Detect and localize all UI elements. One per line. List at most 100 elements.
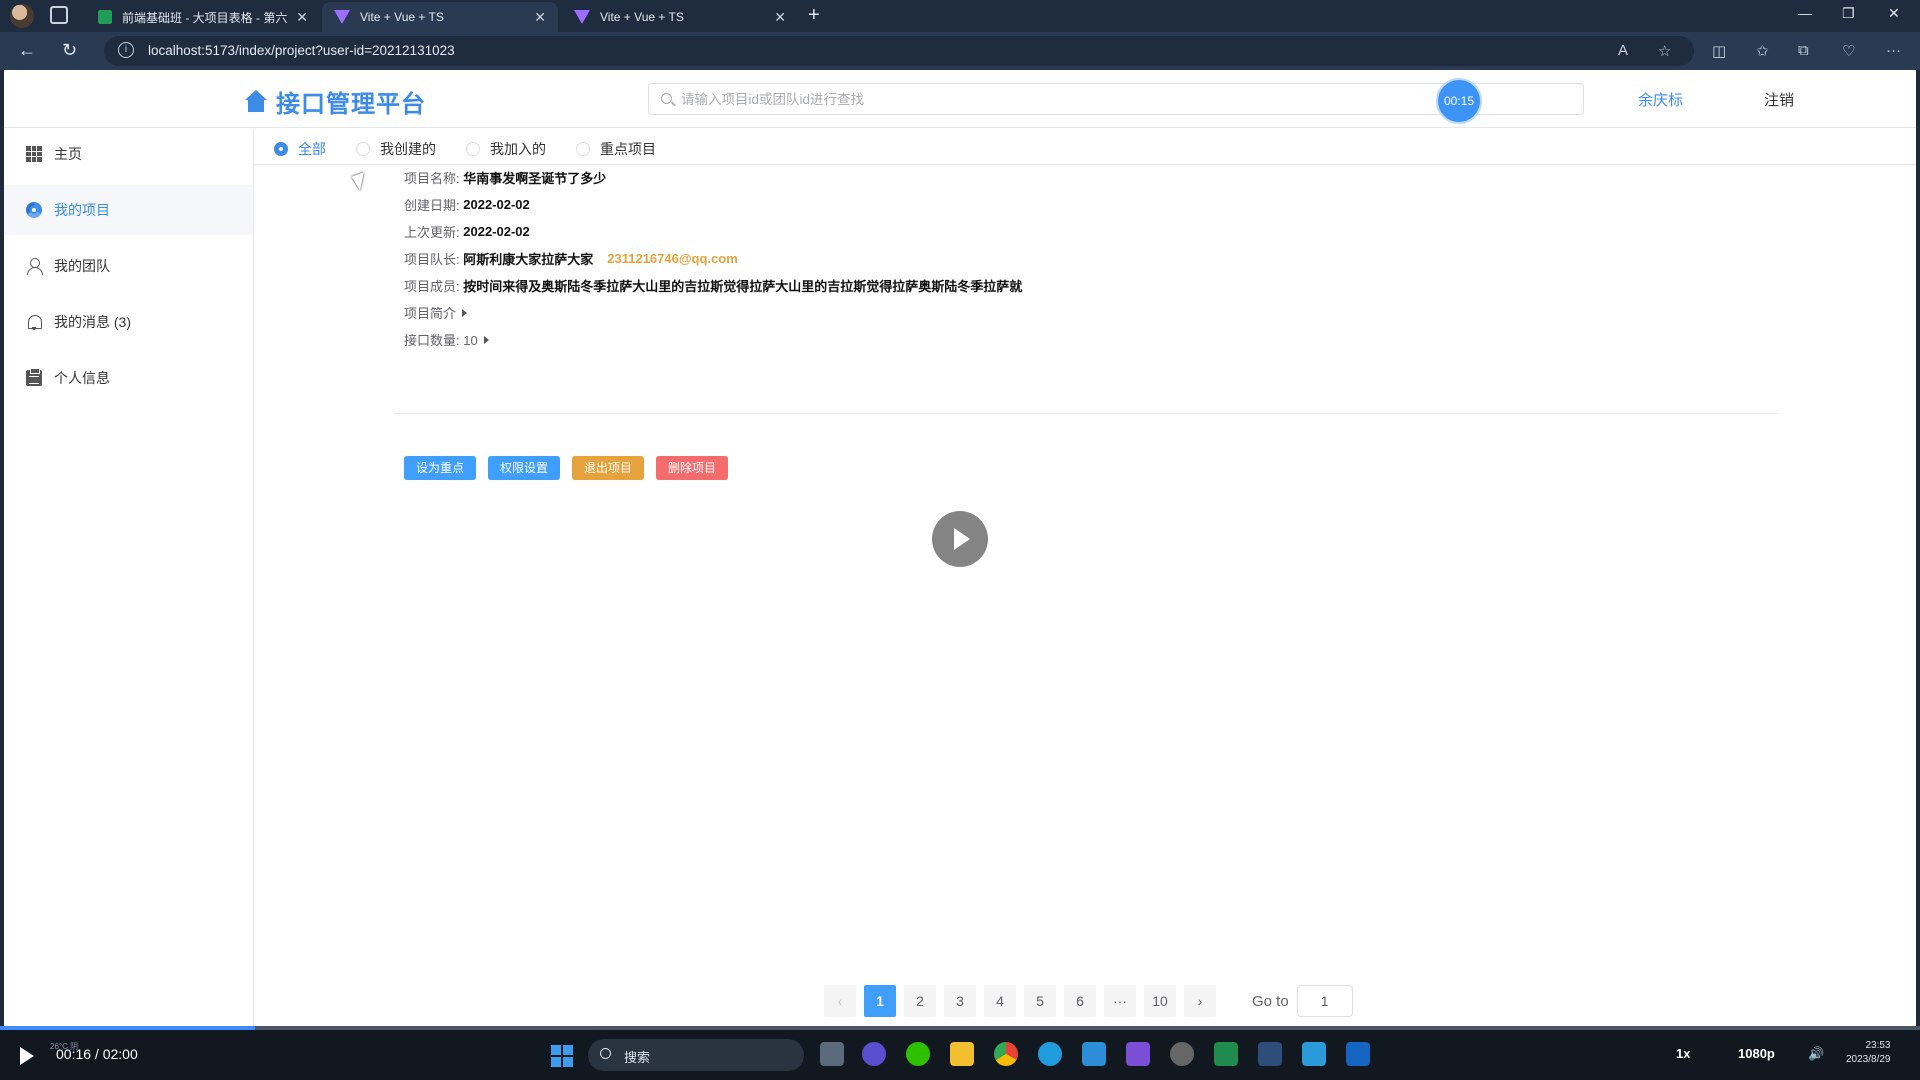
created-date: 2022-02-02	[463, 197, 530, 212]
read-aloud-icon[interactable]: A	[1618, 42, 1628, 59]
leader-email[interactable]: 2311216746@qq.com	[607, 251, 737, 266]
field-label: 项目名称:	[404, 171, 460, 186]
system-clock[interactable]: 23:53 2023/8/29	[1846, 1039, 1891, 1067]
page-button-6[interactable]: 6	[1064, 985, 1096, 1017]
favorites-icon[interactable]: ✩	[1756, 42, 1769, 60]
player-play-icon[interactable]	[20, 1047, 34, 1065]
close-tab-icon[interactable]: ✕	[296, 9, 308, 26]
grid-icon	[26, 146, 42, 162]
task-view-icon[interactable]	[820, 1042, 844, 1066]
page-ellipsis-button[interactable]: ···	[1104, 985, 1136, 1017]
user-name-link[interactable]: 余庆标	[1638, 89, 1683, 110]
page-button-5[interactable]: 5	[1024, 985, 1056, 1017]
page-button-4[interactable]: 4	[984, 985, 1016, 1017]
browser-tab-spreadsheet[interactable]: 前端基础班 - 大项目表格 - 第六上 ✕	[86, 2, 320, 32]
bell-icon	[26, 314, 42, 330]
app-icon[interactable]	[1170, 1042, 1194, 1066]
caret-right-icon	[483, 335, 489, 344]
favorite-star-icon[interactable]: ☆	[1658, 42, 1671, 60]
clipboard-icon	[26, 368, 42, 386]
browser-tab-vite[interactable]: Vite + Vue + TS ✕	[562, 2, 798, 32]
field-label: 项目成员:	[404, 279, 460, 294]
sidebar-item-label: 我的团队	[54, 258, 110, 274]
split-screen-icon[interactable]: ◫	[1712, 42, 1726, 60]
delete-project-button[interactable]: 删除项目	[656, 456, 729, 480]
field-label: 项目简介	[404, 306, 457, 321]
restore-icon[interactable]: ❐	[1842, 5, 1855, 22]
logout-link[interactable]: 注销	[1764, 89, 1794, 110]
edge-icon[interactable]	[1038, 1042, 1062, 1066]
close-tab-icon[interactable]: ✕	[534, 9, 546, 26]
field-label: 接口数量: 10	[404, 333, 478, 348]
project-intro-toggle[interactable]: 项目简介	[404, 303, 468, 322]
project-icon	[26, 202, 42, 218]
taskbar-search-label: 搜索	[624, 1050, 651, 1065]
project-name-row: 项目名称: 华南事发啊圣诞节了多少	[404, 168, 606, 187]
radio-dot-icon	[356, 142, 370, 156]
meet-icon[interactable]	[862, 1042, 886, 1066]
minimize-icon[interactable]: —	[1798, 5, 1812, 21]
filter-radio-all[interactable]: 全部	[274, 139, 326, 159]
video-play-icon[interactable]	[932, 511, 988, 567]
url-text[interactable]: localhost:5173/index/project?user-id=202…	[148, 43, 455, 58]
site-info-icon[interactable]: i	[118, 42, 134, 58]
app-icon[interactable]	[1346, 1042, 1370, 1066]
sidebar-item-home[interactable]: 主页	[4, 129, 253, 179]
sidebar-item-profile[interactable]: 个人信息	[4, 353, 253, 403]
search-input[interactable]	[681, 88, 1561, 110]
collections-icon[interactable]: ⧉	[1798, 42, 1809, 59]
prev-page-button[interactable]: ‹	[824, 985, 856, 1017]
exit-project-button[interactable]: 退出项目	[572, 456, 645, 480]
app-logo[interactable]: 接口管理平台	[244, 84, 426, 119]
volume-icon[interactable]: 🔊	[1808, 1046, 1824, 1062]
tab-actions-icon[interactable]	[50, 6, 68, 24]
sidebar-item-my-team[interactable]: 我的团队	[4, 241, 253, 291]
page-button-3[interactable]: 3	[944, 985, 976, 1017]
caret-right-icon	[462, 308, 468, 317]
file-explorer-icon[interactable]	[950, 1042, 974, 1066]
api-count-toggle[interactable]: 接口数量: 10	[404, 330, 489, 349]
playback-speed[interactable]: 1x	[1676, 1046, 1690, 1061]
close-window-icon[interactable]: ✕	[1888, 5, 1900, 22]
profile-avatar[interactable]	[10, 4, 34, 28]
windows-start-icon[interactable]	[551, 1045, 573, 1067]
sidebar-item-messages[interactable]: 我的消息 (3)	[4, 297, 253, 347]
goto-page-input[interactable]	[1296, 985, 1353, 1017]
wechat-icon[interactable]	[906, 1042, 930, 1066]
permission-settings-button[interactable]: 权限设置	[488, 456, 561, 480]
visual-studio-icon[interactable]	[1126, 1042, 1150, 1066]
project-created-row: 创建日期: 2022-02-02	[404, 195, 530, 214]
close-tab-icon[interactable]: ✕	[774, 9, 786, 26]
refresh-icon[interactable]: ↻	[62, 40, 77, 61]
chrome-icon[interactable]	[994, 1042, 1018, 1066]
browser-tab-bar: 前端基础班 - 大项目表格 - 第六上 ✕ Vite + Vue + TS ✕ …	[0, 0, 1920, 32]
clock-date: 2023/8/29	[1846, 1054, 1891, 1065]
project-card: 项目名称: 华南事发啊圣诞节了多少 创建日期: 2022-02-02 上次更新:…	[394, 150, 1778, 480]
url-field[interactable]: i localhost:5173/index/project?user-id=2…	[104, 36, 1694, 66]
page-button-10[interactable]: 10	[1144, 985, 1176, 1017]
new-tab-button[interactable]: +	[808, 4, 820, 27]
remote-desktop-icon[interactable]	[1302, 1042, 1326, 1066]
goto-label: Go to	[1252, 992, 1289, 1010]
filter-label: 全部	[298, 141, 326, 157]
sidebar-item-my-projects[interactable]: 我的项目	[4, 185, 253, 235]
taskbar-search[interactable]: 搜索	[588, 1039, 804, 1071]
page-button-1[interactable]: 1	[864, 985, 896, 1017]
extensions-icon[interactable]: ♡	[1842, 42, 1855, 60]
player-time: 00:16 / 02:00	[56, 1046, 138, 1062]
video-quality[interactable]: 1080p	[1738, 1046, 1775, 1061]
mouse-cursor-icon	[351, 172, 370, 192]
terminal-icon[interactable]	[1258, 1042, 1282, 1066]
app-header: 接口管理平台 00:15 余庆标 注销	[4, 70, 1916, 128]
search-icon	[661, 93, 672, 104]
set-favorite-button[interactable]: 设为重点	[404, 456, 477, 480]
page-button-2[interactable]: 2	[904, 985, 936, 1017]
vscode-icon[interactable]	[1082, 1042, 1106, 1066]
back-arrow-icon[interactable]: ←	[18, 40, 36, 61]
more-menu-icon[interactable]: ···	[1886, 42, 1901, 59]
next-page-button[interactable]: ›	[1184, 985, 1216, 1017]
browser-tab-vite-active[interactable]: Vite + Vue + TS ✕	[322, 2, 558, 32]
vite-icon	[334, 10, 350, 24]
hbuilder-icon[interactable]	[1214, 1042, 1238, 1066]
browser-address-bar: ← ↻ i localhost:5173/index/project?user-…	[0, 32, 1920, 70]
